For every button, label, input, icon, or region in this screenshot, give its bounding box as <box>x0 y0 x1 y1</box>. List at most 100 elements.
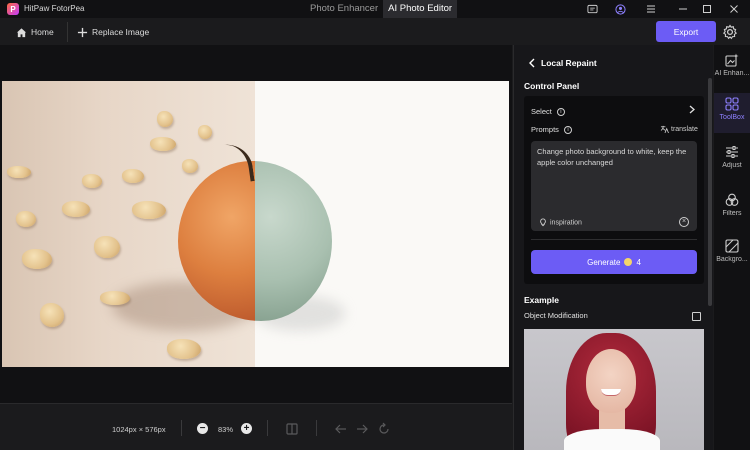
credit-coin-icon <box>624 258 633 266</box>
undo-arrow-icon[interactable] <box>334 422 348 436</box>
peanut <box>62 201 90 217</box>
canvas-area[interactable] <box>0 45 512 403</box>
mode-ai-photo-editor[interactable]: AI Photo Editor <box>383 0 458 18</box>
toolbox-icon <box>725 97 739 111</box>
example-face <box>586 349 636 413</box>
zoom-out-button[interactable]: − <box>197 423 208 434</box>
peanut <box>132 201 166 219</box>
peanut <box>122 169 144 183</box>
clear-prompt-icon[interactable]: × <box>679 217 689 227</box>
status-divider <box>316 420 317 436</box>
canvas-status-bar: 1024px × 576px − 83% + <box>0 403 512 450</box>
status-divider <box>267 420 268 436</box>
ai-enhance-icon <box>725 53 739 67</box>
select-row[interactable]: Select i <box>531 107 565 117</box>
example-image[interactable] <box>524 329 704 450</box>
close-icon[interactable] <box>727 2 741 16</box>
replace-image-button[interactable]: Replace Image <box>77 22 149 42</box>
app-name: HitPaw FotorPea <box>24 4 85 13</box>
feedback-icon[interactable] <box>585 2 599 16</box>
inspiration-button[interactable]: inspiration <box>539 218 582 227</box>
generate-cost: 4 <box>636 257 641 267</box>
nav-toolbox[interactable]: ToolBox <box>714 93 750 133</box>
nav-label: AI Enhan... <box>714 70 750 77</box>
translate-button[interactable]: translate <box>660 125 698 134</box>
info-icon[interactable]: i <box>556 108 565 117</box>
local-repaint-panel: Local Repaint Control Panel Select i Pro… <box>513 45 713 450</box>
zoom-level: 83% <box>218 425 234 434</box>
example-shirt <box>564 429 660 450</box>
minimize-icon[interactable] <box>676 2 690 16</box>
generate-button[interactable]: Generate 4 <box>531 250 697 274</box>
peanut <box>22 249 52 269</box>
peanut <box>40 303 64 327</box>
copy-icon[interactable] <box>692 312 701 321</box>
back-chevron-icon[interactable] <box>528 58 536 71</box>
peanut <box>7 166 31 178</box>
app-window: P HitPaw FotorPea Photo Enhancer AI Phot… <box>0 0 750 450</box>
right-nav: AI Enhan... ToolBox Adjust Filters Backg… <box>714 45 750 450</box>
peanut <box>150 137 176 151</box>
zoom-in-button[interactable]: + <box>241 423 252 434</box>
replace-image-label: Replace Image <box>92 27 150 37</box>
status-divider <box>181 420 182 436</box>
export-button[interactable]: Export <box>656 21 716 42</box>
panel-divider <box>531 239 697 240</box>
menu-icon[interactable] <box>644 2 658 16</box>
toolbar-divider <box>67 22 68 42</box>
account-icon[interactable] <box>613 2 627 16</box>
prompt-text: Change photo background to white, keep t… <box>537 147 687 167</box>
peanut <box>100 291 130 305</box>
control-panel-title: Control Panel <box>524 81 580 91</box>
lightbulb-icon <box>540 218 546 227</box>
mode-photo-enhancer[interactable]: Photo Enhancer <box>305 0 383 18</box>
example-subtitle: Object Modification <box>524 311 588 320</box>
home-icon <box>16 27 27 37</box>
nav-label: ToolBox <box>719 114 745 121</box>
peanut <box>16 211 36 227</box>
nav-adjust[interactable]: Adjust <box>714 141 750 181</box>
title-bar: P HitPaw FotorPea Photo Enhancer AI Phot… <box>0 0 750 18</box>
generate-label: Generate <box>587 257 621 267</box>
example-title: Example <box>524 295 559 305</box>
select-label: Select <box>531 107 552 116</box>
peanut <box>198 125 212 139</box>
peanut <box>182 159 198 173</box>
nav-ai-enhance[interactable]: AI Enhan... <box>714 49 750 89</box>
inspiration-label: inspiration <box>550 219 582 227</box>
nav-label: Adjust <box>722 162 742 169</box>
mode-switcher: Photo Enhancer AI Photo Editor <box>305 0 458 18</box>
peanut <box>94 236 120 258</box>
prompt-textarea[interactable]: Change photo background to white, keep t… <box>531 141 697 231</box>
app-logo-icon: P <box>7 3 19 15</box>
plus-icon <box>77 27 88 37</box>
maximize-icon[interactable] <box>700 2 714 16</box>
prompts-label: Prompts <box>531 125 559 134</box>
peanut <box>82 174 102 188</box>
control-panel-box: Select i Prompts i translate Change phot… <box>524 96 704 284</box>
nav-label: Filters <box>722 210 742 217</box>
reset-icon[interactable] <box>377 422 391 436</box>
adjust-icon <box>726 146 738 158</box>
panel-title: Local Repaint <box>541 58 597 68</box>
translate-icon <box>660 125 669 134</box>
peanut <box>167 339 201 359</box>
toolbar: Home Replace Image <box>0 18 750 45</box>
home-label: Home <box>31 27 54 37</box>
redo-arrow-icon[interactable] <box>355 422 369 436</box>
home-button[interactable]: Home <box>16 22 54 42</box>
peanut <box>157 111 173 127</box>
chevron-right-icon[interactable] <box>689 105 695 116</box>
nav-background[interactable]: Backgro... <box>714 235 750 275</box>
nav-filters[interactable]: Filters <box>714 189 750 229</box>
settings-gear-icon[interactable] <box>722 24 738 40</box>
info-icon[interactable]: i <box>564 126 573 135</box>
edited-photo[interactable] <box>2 81 509 367</box>
panel-scrollbar[interactable] <box>708 78 712 306</box>
compare-split-icon[interactable] <box>285 422 299 436</box>
nav-label: Backgro... <box>716 256 748 263</box>
prompts-row: Prompts i <box>531 125 573 135</box>
image-dimensions: 1024px × 576px <box>112 425 166 434</box>
filters-icon <box>725 193 739 206</box>
background-icon <box>725 239 739 253</box>
